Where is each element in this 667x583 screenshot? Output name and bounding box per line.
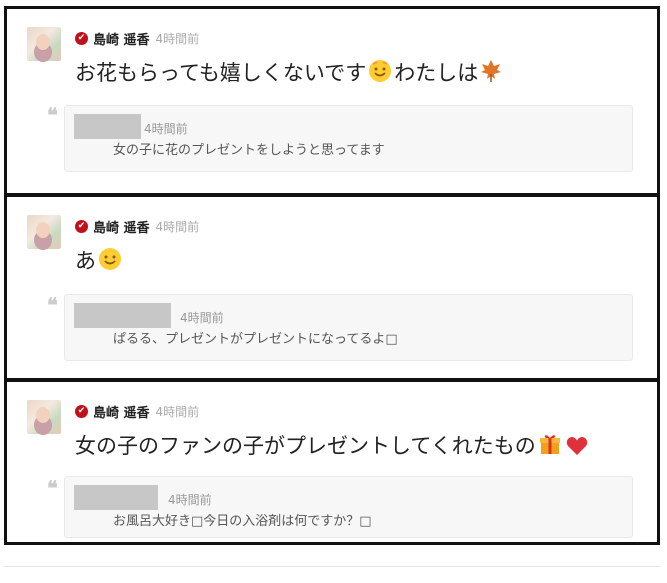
maple-leaf-emoji-icon: [480, 59, 502, 88]
author-name[interactable]: 島崎 遥香: [93, 29, 150, 48]
quoted-comment[interactable]: 4時間前 ぱるる、プレゼントがプレゼントになってるよ□: [64, 294, 633, 361]
quote-mark-icon: ❝: [47, 103, 58, 127]
verified-check-icon: ✔: [75, 32, 88, 45]
post-text-part: わたしは: [394, 61, 479, 85]
quoted-text: 女の子に花のプレゼントをしようと思ってます: [113, 143, 385, 158]
post-meta: ✔ 島崎 遥香 4時間前: [75, 29, 199, 48]
quoted-user-avatar[interactable]: [74, 114, 141, 139]
post: ✔ 島崎 遥香 4時間前 お花もらっても嬉しくないです わたしは ❝ 4時間前 …: [4, 6, 660, 196]
divider: [4, 566, 660, 567]
post-meta: ✔ 島崎 遥香 4時間前: [75, 217, 199, 236]
post-text: あ: [75, 245, 124, 276]
post: ✔ 島崎 遥香 4時間前 あ ❝ 4時間前 ぱるる、プレゼントがプレゼントになっ…: [4, 194, 660, 381]
quoted-comment[interactable]: 4時間前 女の子に花のプレゼントをしようと思ってます: [64, 105, 633, 172]
quoted-user-avatar[interactable]: [74, 485, 158, 510]
post-meta: ✔ 島崎 遥香 4時間前: [75, 402, 199, 421]
post-text-part: お花もらっても嬉しくないです: [75, 61, 367, 85]
post-text-part: 女の子のファンの子がプレゼントしてくれたもの: [75, 434, 536, 458]
smiling-face-emoji-icon: [98, 247, 122, 276]
post-text: 女の子のファンの子がプレゼントしてくれたもの: [75, 430, 590, 461]
quote-mark-icon: ❝: [47, 293, 58, 317]
author-name[interactable]: 島崎 遥香: [93, 217, 150, 236]
avatar[interactable]: [27, 215, 61, 249]
quote-mark-icon: ❝: [47, 476, 58, 500]
quoted-comment[interactable]: 4時間前 お風呂大好き□今日の入浴剤は何ですか？□: [64, 476, 633, 538]
post-text: お花もらっても嬉しくないです わたしは: [75, 57, 504, 88]
post-time: 4時間前: [155, 220, 200, 234]
quoted-user-avatar[interactable]: [74, 303, 171, 328]
verified-check-icon: ✔: [75, 405, 88, 418]
author-name[interactable]: 島崎 遥香: [93, 402, 150, 421]
quoted-time: 4時間前: [168, 493, 212, 507]
quoted-time: 4時間前: [180, 311, 224, 325]
post: ✔ 島崎 遥香 4時間前 女の子のファンの子がプレゼントしてくれたもの ❝ 4時…: [4, 379, 660, 545]
verified-check-icon: ✔: [75, 220, 88, 233]
quoted-time: 4時間前: [144, 122, 188, 136]
post-text-part: あ: [75, 249, 96, 273]
avatar[interactable]: [27, 400, 61, 434]
comment-feed: ✔ 島崎 遥香 4時間前 お花もらっても嬉しくないです わたしは ❝ 4時間前 …: [4, 6, 660, 545]
gift-emoji-icon: [538, 432, 562, 461]
smiling-face-emoji-icon: [368, 59, 392, 88]
quoted-text: お風呂大好き□今日の入浴剤は何ですか？□: [113, 514, 372, 529]
heart-emoji-icon: [566, 436, 588, 461]
post-time: 4時間前: [155, 32, 200, 46]
quoted-text: ぱるる、プレゼントがプレゼントになってるよ□: [113, 332, 398, 347]
avatar[interactable]: [27, 27, 61, 61]
post-time: 4時間前: [155, 405, 200, 419]
